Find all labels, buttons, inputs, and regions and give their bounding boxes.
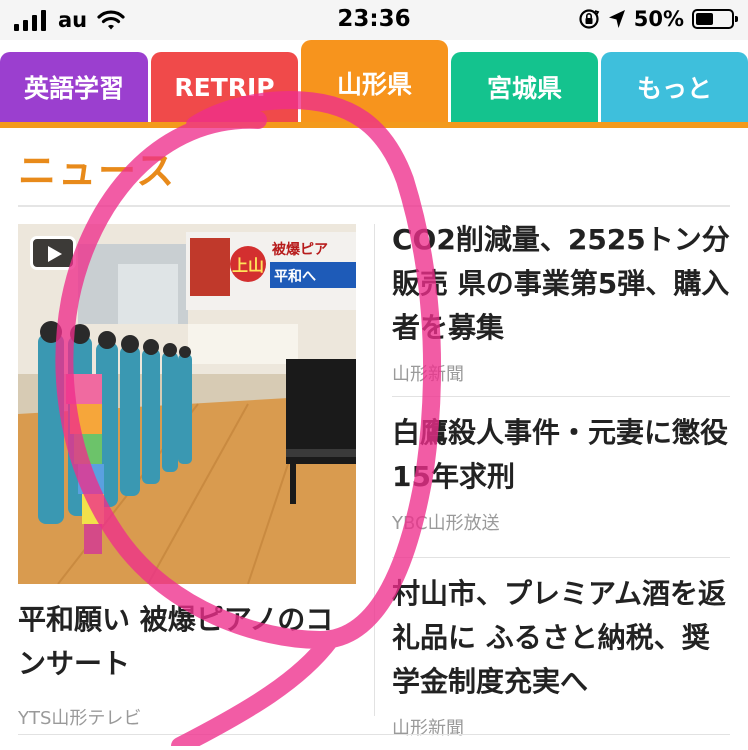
news-source: YBC山形放送 <box>392 513 500 534</box>
banner-text: 被爆ピア <box>272 241 328 258</box>
news-source: 山形新聞 <box>392 718 464 739</box>
feature-source: YTS山形テレビ <box>18 708 142 729</box>
thumbnail-image: 上山 被爆ピア 平和へ <box>18 224 356 584</box>
play-video-icon[interactable] <box>30 236 76 270</box>
battery-percent: 50% <box>633 7 684 31</box>
tab-label: RETRIP <box>174 72 275 102</box>
feature-title[interactable]: 平和願い 被爆ピアノのコンサート <box>18 598 356 686</box>
battery-fill <box>696 13 713 25</box>
column-divider <box>374 224 375 716</box>
location-arrow-icon <box>608 10 625 28</box>
status-right: 50% <box>578 7 738 31</box>
tab-yamagata[interactable]: 山形県 <box>301 40 448 126</box>
category-tabs: 英語学習 RETRIP 山形県 宮城県 もっと <box>0 40 748 126</box>
section-divider <box>18 205 730 207</box>
orientation-lock-icon <box>579 9 600 29</box>
tab-label: 宮城県 <box>486 74 562 103</box>
news-title[interactable]: 白鷹殺人事件・元妻に懲役15年求刑 <box>392 411 730 499</box>
feature-thumbnail[interactable]: 上山 被爆ピア 平和へ <box>18 224 356 584</box>
news-list: CO2削減量、2525トン分販売 県の事業第5弾、購入者を募集 山形新聞 白鷹殺… <box>392 218 730 750</box>
banner-mark: 上山 <box>232 256 264 275</box>
news-item[interactable]: 村山市、プレミアム酒を返礼品に ふるさと納税、奨学金制度充実へ 山形新聞 <box>392 558 730 750</box>
tab-more[interactable]: もっと <box>601 52 748 122</box>
news-title[interactable]: CO2削減量、2525トン分販売 県の事業第5弾、購入者を募集 <box>392 218 730 350</box>
tab-retrip[interactable]: RETRIP <box>151 52 298 122</box>
news-item[interactable]: 白鷹殺人事件・元妻に懲役15年求刑 YBC山形放送 <box>392 397 730 558</box>
status-bar: au 23:36 50% <box>0 0 748 40</box>
tab-label: 山形県 <box>336 70 412 99</box>
tabs-underline <box>0 122 748 128</box>
tab-miyagi[interactable]: 宮城県 <box>451 52 598 122</box>
battery-icon <box>692 9 738 29</box>
news-item[interactable]: CO2削減量、2525トン分販売 県の事業第5弾、購入者を募集 山形新聞 <box>392 218 730 397</box>
bottom-divider <box>18 734 730 735</box>
section-title: ニュース <box>18 149 177 193</box>
news-source: 山形新聞 <box>392 364 464 385</box>
feature-article[interactable]: 上山 被爆ピア 平和へ 平和願い 被爆ピアノのコンサート YTS山形テレビ <box>18 224 356 730</box>
tab-label: 英語学習 <box>23 74 124 103</box>
tab-english-study[interactable]: 英語学習 <box>0 52 148 122</box>
tab-label: もっと <box>636 74 712 103</box>
banner-text-2: 平和へ <box>274 269 316 285</box>
news-title[interactable]: 村山市、プレミアム酒を返礼品に ふるさと納税、奨学金制度充実へ <box>392 572 730 704</box>
